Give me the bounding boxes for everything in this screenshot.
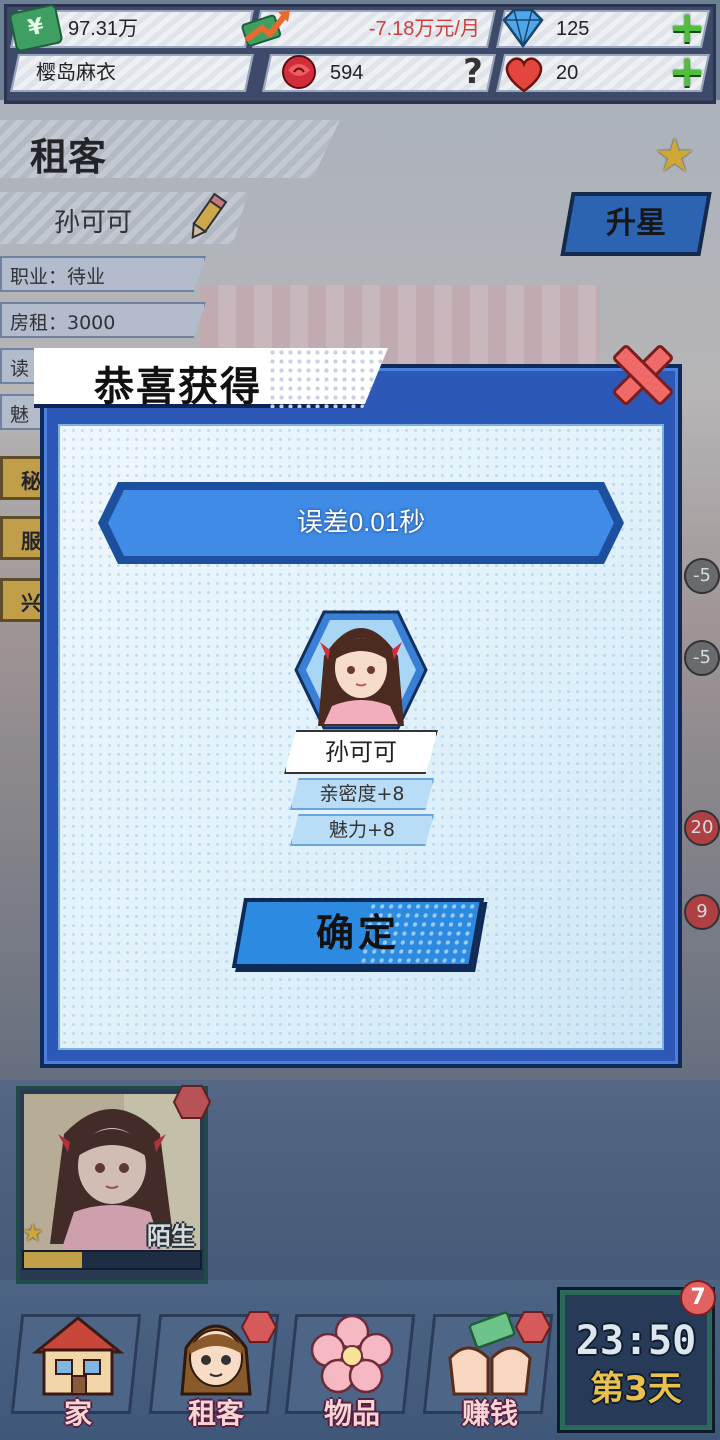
nav-items-label: 物品 [323, 1397, 380, 1430]
result-text: 误差0.01秒 [296, 507, 426, 537]
nav-earn-button[interactable]: 赚钱 [422, 1304, 554, 1430]
add-hearts-button[interactable]: + [668, 50, 706, 94]
tenant-notification-badge [240, 1311, 278, 1343]
player-name: 樱岛麻衣 [36, 62, 116, 84]
reward-character-portrait [294, 610, 428, 730]
nav-home-button[interactable]: 家 [10, 1304, 142, 1430]
nav-earn-label: 赚钱 [461, 1397, 518, 1430]
stat-intimacy: 亲密度+8 [319, 783, 405, 805]
help-icon[interactable]: ? [458, 52, 488, 92]
money-value: 97.31万 [68, 18, 139, 40]
nav-tenant-label: 租客 [187, 1397, 244, 1430]
heart-value: 20 [556, 62, 579, 84]
dialog-title-bar: 恭喜获得 [34, 348, 388, 408]
house-icon [31, 1316, 125, 1396]
dialog-title: 恭喜获得 [94, 364, 262, 410]
trend-arrow-icon [241, 10, 290, 46]
flower-icon [310, 1314, 394, 1394]
clock-notification-badge: 7 [680, 1280, 716, 1316]
stat-charm: 魅力+8 [328, 819, 395, 841]
diamond-value: 125 [556, 18, 590, 40]
clock-day: 第3天 [590, 1369, 682, 1409]
rose-icon [282, 55, 316, 89]
rose-value: 594 [330, 62, 364, 84]
monthly-change-value: -7.18万元/月 [368, 18, 480, 40]
confirm-button-label[interactable]: 确定 [238, 898, 478, 968]
nav-items-button[interactable]: 物品 [284, 1304, 416, 1430]
add-diamonds-button[interactable]: + [668, 6, 706, 50]
nav-tenant-button[interactable]: 租客 [148, 1304, 280, 1430]
diamond-icon [502, 8, 544, 48]
close-icon[interactable] [606, 338, 680, 412]
nav-home-label: 家 [63, 1397, 92, 1430]
heart-icon [505, 57, 543, 93]
earn-notification-badge [514, 1311, 552, 1343]
clock-time: 23:50 [575, 1318, 697, 1364]
reward-character-name: 孙可可 [325, 738, 397, 766]
